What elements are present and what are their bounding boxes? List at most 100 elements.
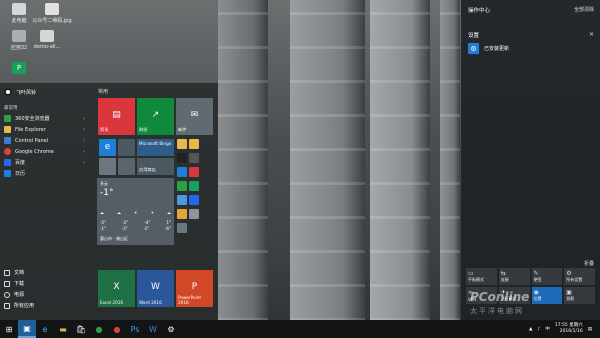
desktop-icon-p-app[interactable]: P bbox=[2, 62, 36, 76]
app-item-control-panel[interactable]: Control Panel › bbox=[0, 135, 88, 146]
app-item-baidu[interactable]: 百度 › bbox=[0, 157, 88, 168]
user-name: 飞叶风铃 bbox=[16, 89, 37, 96]
forecast-temp: -5° bbox=[100, 220, 106, 225]
cortana-tile[interactable] bbox=[118, 139, 135, 156]
photos-mini-tile[interactable] bbox=[189, 153, 199, 163]
chevron-right-icon[interactable]: › bbox=[83, 116, 85, 122]
all-apps-item[interactable]: 所有应用 bbox=[0, 300, 88, 311]
desktop-icon-demo-file[interactable]: demo-all... bbox=[30, 30, 64, 50]
quick-action-connect[interactable]: ⇆ 连接 bbox=[498, 268, 530, 285]
ime-indicator[interactable]: 中 bbox=[545, 326, 550, 332]
wallpaper-pillar bbox=[370, 0, 430, 338]
tile-finance[interactable]: ↗ 财经 bbox=[137, 98, 174, 135]
gear-icon: ⚙ bbox=[566, 270, 572, 277]
edge-icon[interactable]: e bbox=[99, 139, 116, 156]
word-taskbar-icon[interactable]: W bbox=[144, 320, 162, 338]
app-item-file-explorer[interactable]: File Explorer › bbox=[0, 124, 88, 135]
gear-icon: ⚙ bbox=[468, 43, 479, 54]
desktop-icon-qr-image[interactable]: 公众号二维码.jpg bbox=[30, 3, 74, 24]
task-view-button[interactable]: ▣ bbox=[18, 320, 36, 338]
forecast-temp: -2° bbox=[122, 220, 129, 225]
wallpaper-slab bbox=[290, 250, 365, 253]
app-mini-tile[interactable] bbox=[189, 195, 199, 205]
tile-word[interactable]: W Word 2016 bbox=[137, 270, 174, 307]
camera-mini-tile[interactable] bbox=[177, 153, 187, 163]
edge-taskbar-icon[interactable]: e bbox=[36, 320, 54, 338]
chevron-right-icon[interactable]: › bbox=[83, 138, 85, 144]
weather-temperature: -1° bbox=[100, 188, 114, 198]
tiles-group-title: 常用 bbox=[98, 89, 109, 95]
collapse-button[interactable]: 折叠 bbox=[584, 260, 594, 267]
quick-action-project[interactable]: ▣ 投影 bbox=[564, 287, 595, 304]
network-icon[interactable]: ▲ bbox=[529, 327, 532, 332]
tile-label: Excel 2016 bbox=[100, 300, 124, 305]
tile-microsoft-bingo[interactable]: Microsoft Bingo bbox=[137, 139, 174, 156]
wallpaper-slab bbox=[218, 114, 268, 117]
quick-action-all-settings[interactable]: ⚙ 所有设置 bbox=[564, 268, 595, 285]
close-icon[interactable]: ✕ bbox=[589, 31, 594, 38]
clock-date: 2016/1/16 bbox=[559, 329, 583, 334]
wallpaper-slab bbox=[290, 148, 365, 151]
user-account[interactable]: 飞叶风铃 bbox=[4, 88, 36, 96]
quick-action-tablet-mode[interactable]: ▭ 平板模式 bbox=[466, 268, 497, 285]
tile-powerpoint[interactable]: P PowerPoint 2016 bbox=[176, 270, 213, 307]
action-center-title: 操作中心 bbox=[468, 8, 491, 14]
app-item-google-chrome[interactable]: Google Chrome › bbox=[0, 146, 88, 157]
quick-action-note[interactable]: ✎ 便签 bbox=[531, 268, 563, 285]
chevron-right-icon[interactable]: › bbox=[83, 149, 85, 155]
start-button[interactable]: ⊞ bbox=[0, 320, 18, 338]
folder-mini-tile[interactable] bbox=[189, 139, 199, 149]
power-item[interactable]: 电源 bbox=[0, 289, 88, 300]
volume-icon[interactable]: ♪ bbox=[537, 327, 540, 332]
photoshop-taskbar-icon[interactable]: Ps bbox=[126, 320, 144, 338]
app-item-calendar[interactable]: 日历 bbox=[0, 168, 88, 179]
power-icon bbox=[4, 291, 10, 298]
file-explorer-taskbar-icon[interactable]: ▬ bbox=[54, 320, 72, 338]
downloads-item[interactable]: 下载 bbox=[0, 278, 88, 289]
skype-mini-tile[interactable] bbox=[177, 167, 187, 177]
settings-tile[interactable] bbox=[118, 158, 135, 175]
wallpaper-slab bbox=[290, 80, 365, 83]
clear-all-button[interactable]: 全部清除 bbox=[574, 6, 594, 13]
download-icon bbox=[4, 280, 10, 287]
app-mini-tile[interactable] bbox=[177, 181, 187, 191]
wallpaper-slab bbox=[218, 182, 268, 185]
control-panel-icon bbox=[4, 137, 11, 144]
wallpaper-slab bbox=[218, 80, 268, 83]
settings-taskbar-icon[interactable]: ⚙ bbox=[162, 320, 180, 338]
tile-label: 资讯 bbox=[100, 127, 109, 132]
notification-text: 已安装更新 bbox=[484, 46, 510, 52]
wallpaper-slab bbox=[218, 46, 268, 49]
tile-excel[interactable]: X Excel 2016 bbox=[98, 270, 135, 307]
this-pc-icon bbox=[12, 3, 26, 15]
quick-action-label: 连接 bbox=[500, 277, 509, 282]
p-mini-tile[interactable] bbox=[189, 181, 199, 191]
forecast-temp: -3° bbox=[121, 226, 128, 231]
chevron-right-icon[interactable]: › bbox=[83, 160, 85, 166]
app-mini-tile[interactable] bbox=[177, 209, 187, 219]
chrome-taskbar-icon[interactable]: ● bbox=[108, 320, 126, 338]
app-item-360-browser[interactable]: 360安全浏览器 › bbox=[0, 113, 88, 124]
weather-tile[interactable]: 多云 -1° ☁ ☁ ☀ ☀ ☁ -5° -2° -4° 1° -1° -3° … bbox=[97, 178, 174, 245]
app-mini-tile[interactable] bbox=[177, 223, 187, 233]
chevron-right-icon[interactable]: › bbox=[83, 127, 85, 133]
people-tile[interactable] bbox=[99, 158, 116, 175]
clock[interactable]: 17:55 星期六 2016/1/16 bbox=[555, 323, 583, 335]
qq-mini-tile[interactable] bbox=[189, 167, 199, 177]
notification-item[interactable]: ⚙ 已安装更新 bbox=[468, 43, 509, 54]
tile-mail[interactable]: ✉ 邮件 bbox=[176, 98, 213, 135]
store-taskbar-icon[interactable]: 🛍 bbox=[72, 320, 90, 338]
action-center-icon[interactable]: ▤ bbox=[588, 327, 592, 332]
quick-action-location[interactable]: ◉ 位置 bbox=[531, 287, 563, 304]
app-mini-tile[interactable] bbox=[177, 195, 187, 205]
baidu-icon bbox=[4, 159, 11, 166]
tile-news[interactable]: ▤ 资讯 bbox=[98, 98, 135, 135]
folder-mini-tile[interactable] bbox=[177, 139, 187, 149]
browser-taskbar-icon[interactable]: ● bbox=[90, 320, 108, 338]
calculator-mini-tile[interactable] bbox=[189, 209, 199, 219]
pconline-watermark-sub: 太平洋电脑网 bbox=[470, 307, 524, 315]
tile-store[interactable]: 应用商店 bbox=[137, 158, 174, 175]
documents-item[interactable]: 文档 bbox=[0, 267, 88, 278]
app-label: Control Panel bbox=[15, 137, 49, 144]
wallpaper-slab bbox=[290, 216, 365, 219]
